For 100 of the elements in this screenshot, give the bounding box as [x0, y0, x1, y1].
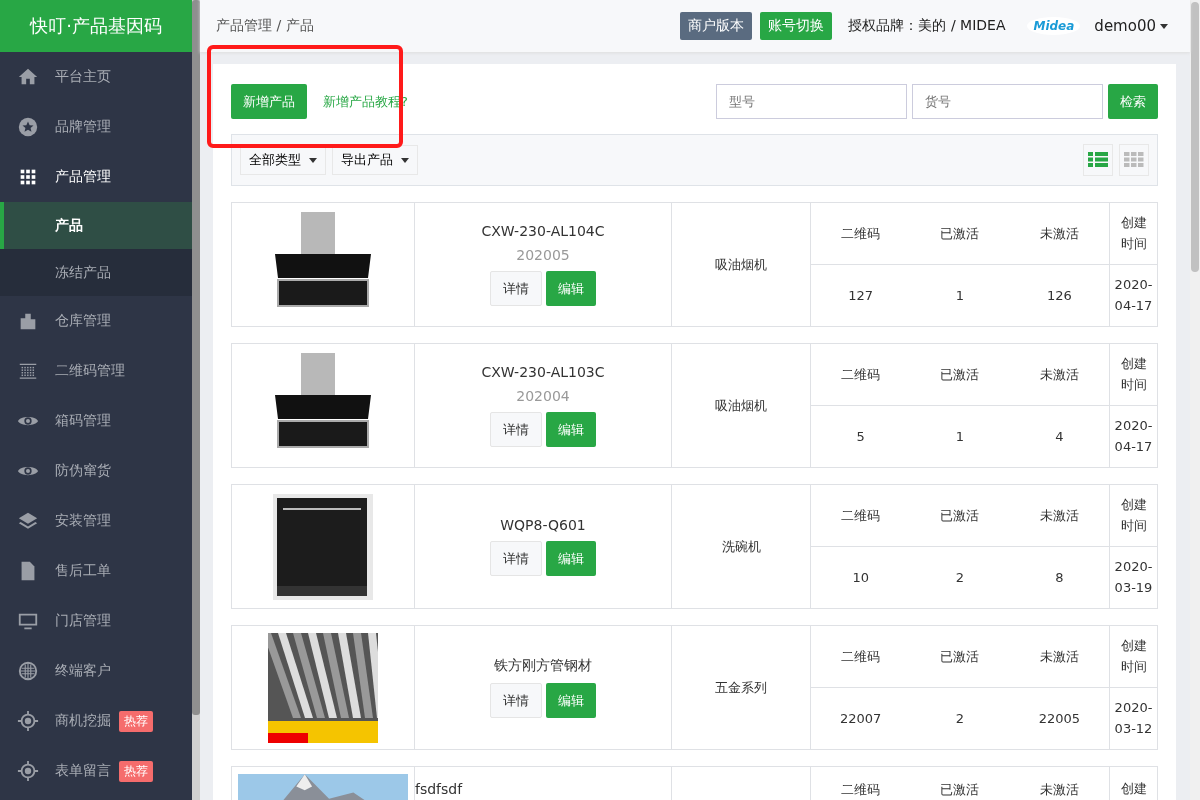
edit-button[interactable]: 编辑 [546, 412, 596, 447]
menu-label: 品牌管理 [55, 118, 111, 136]
sidebar-item[interactable]: 品牌管理 [0, 102, 192, 152]
stat-value: 126 [1045, 288, 1073, 303]
stat-label: 已激活 [939, 224, 981, 243]
stat-value: 22005 [1037, 711, 1081, 726]
sidebar-item[interactable]: 二维码管理 [0, 346, 192, 396]
created-date: 2020-03-12 [1114, 698, 1153, 738]
stat-value: 2 [954, 570, 966, 585]
stat-label: 未激活 [1038, 781, 1080, 799]
menu-label: 安装管理 [55, 512, 111, 530]
sidebar-item[interactable]: 仓库管理 [0, 296, 192, 346]
list-view-button[interactable] [1083, 144, 1113, 176]
product-name: fsdfsdf [415, 781, 463, 797]
app-title: 快叮·产品基因码 [0, 0, 192, 52]
created-date: 2020-03-19 [1114, 557, 1153, 597]
grid-icon [1124, 152, 1144, 168]
sidebar-item[interactable]: 防伪窜货 [0, 446, 192, 496]
caret-icon [309, 157, 317, 163]
sidebar-item[interactable]: 安装管理 [0, 496, 192, 546]
menu-label: 二维码管理 [55, 362, 125, 380]
menu-label: 产品管理 [55, 168, 111, 186]
sidebar-item[interactable]: 箱码管理 [0, 396, 192, 446]
category-text: 洗碗机 [721, 537, 761, 556]
menu-label: 门店管理 [55, 612, 111, 630]
hot-badge: 热荐 [119, 760, 153, 782]
target-icon [17, 710, 39, 732]
product-code: 202005 [516, 247, 570, 263]
stat-value: 5 [855, 429, 866, 444]
sidebar-item[interactable]: 终端客户 [0, 646, 192, 696]
created-label: 创建时间 [1119, 495, 1148, 535]
sidebar-item[interactable]: 门店管理 [0, 596, 192, 646]
stat-value: 4 [1054, 429, 1065, 444]
created-date: 2020-04-17 [1114, 275, 1153, 315]
stat-label: 已激活 [939, 781, 981, 799]
stat-label: 已激活 [939, 506, 981, 525]
menu-label: 仓库管理 [55, 312, 111, 330]
created-label: 创建时间 [1119, 354, 1148, 394]
sidebar-item[interactable]: 表单留言 热荐 [0, 746, 192, 796]
stat-value: 127 [847, 288, 875, 303]
stat-label: 二维码 [840, 506, 882, 525]
hot-badge: 热荐 [119, 710, 153, 732]
category-text: 五金系列 [715, 678, 767, 697]
product-name: 铁方刚方管钢材 [494, 657, 592, 675]
created-date: 2020-04-17 [1114, 416, 1153, 456]
stat-value: 2 [954, 711, 966, 726]
submenu-item[interactable]: 产品 [0, 202, 192, 249]
sidebar-item[interactable]: 售后工单 [0, 546, 192, 596]
search-field[interactable]: 型号 [716, 84, 907, 119]
stat-label: 二维码 [840, 781, 882, 799]
edit-button[interactable]: 编辑 [546, 271, 596, 306]
menu-label: 表单留言 [55, 762, 111, 780]
stat-value: 1 [954, 288, 966, 303]
created-label: 创建时间 [1119, 213, 1148, 253]
list-icon [1088, 152, 1108, 168]
search-field[interactable]: 货号 [912, 84, 1103, 119]
stat-label: 二维码 [840, 224, 882, 243]
brand-logo: Midea [1027, 17, 1081, 35]
menu-label: 商机挖掘 [55, 712, 111, 730]
scrollbar-thumb[interactable] [192, 0, 200, 715]
product-name: CXW-230-AL104C [481, 223, 605, 239]
add-product-button[interactable]: 新增产品 [231, 84, 307, 119]
sidebar-item[interactable]: 产品管理 [0, 152, 192, 202]
stat-label: 二维码 [840, 647, 882, 666]
menu-label: 平台主页 [55, 68, 111, 86]
target-icon [17, 760, 39, 782]
details-button[interactable]: 详情 [490, 541, 542, 576]
grid-view-button[interactable] [1119, 144, 1149, 176]
user-menu[interactable]: demo00 [1088, 16, 1174, 36]
submenu-item[interactable]: 冻结产品 [0, 249, 192, 296]
created-label: 创建时间 [1119, 636, 1148, 676]
details-button[interactable]: 详情 [490, 412, 542, 447]
globe-icon [17, 660, 39, 682]
sidebar-item[interactable]: 商机挖掘 热荐 [0, 696, 192, 746]
product-code: 202004 [516, 388, 570, 404]
details-button[interactable]: 详情 [490, 683, 542, 718]
sidebar-item[interactable]: 平台主页 [0, 52, 192, 102]
menu-label: 终端客户 [55, 662, 111, 680]
stat-label: 二维码 [840, 365, 882, 384]
caret-icon [1160, 23, 1168, 29]
caret-icon [401, 157, 409, 163]
category-text: 吸油烟机 [715, 255, 767, 274]
header-button[interactable]: 商户版本 [680, 12, 753, 40]
stat-value: 8 [1054, 570, 1065, 585]
search-button[interactable]: 检索 [1108, 84, 1158, 119]
details-button[interactable]: 详情 [490, 271, 542, 306]
created-label: 创建 [1120, 780, 1147, 798]
menu-label: 防伪窜货 [55, 462, 111, 480]
header-button[interactable]: 账号切换 [760, 12, 833, 40]
stat-label: 已激活 [939, 365, 981, 384]
stat-value: 22007 [839, 711, 883, 726]
brand-label: 授权品牌：美的 / MIDEA [848, 17, 1006, 35]
stat-label: 未激活 [1038, 647, 1080, 666]
edit-button[interactable]: 编辑 [546, 683, 596, 718]
stat-value: 1 [954, 429, 966, 444]
edit-button[interactable]: 编辑 [546, 541, 596, 576]
product-name: CXW-230-AL103C [481, 364, 605, 380]
stat-label: 未激活 [1038, 224, 1080, 243]
scrollbar-thumb[interactable] [1191, 2, 1199, 272]
breadcrumb: 产品管理 / 产品 [216, 17, 314, 35]
